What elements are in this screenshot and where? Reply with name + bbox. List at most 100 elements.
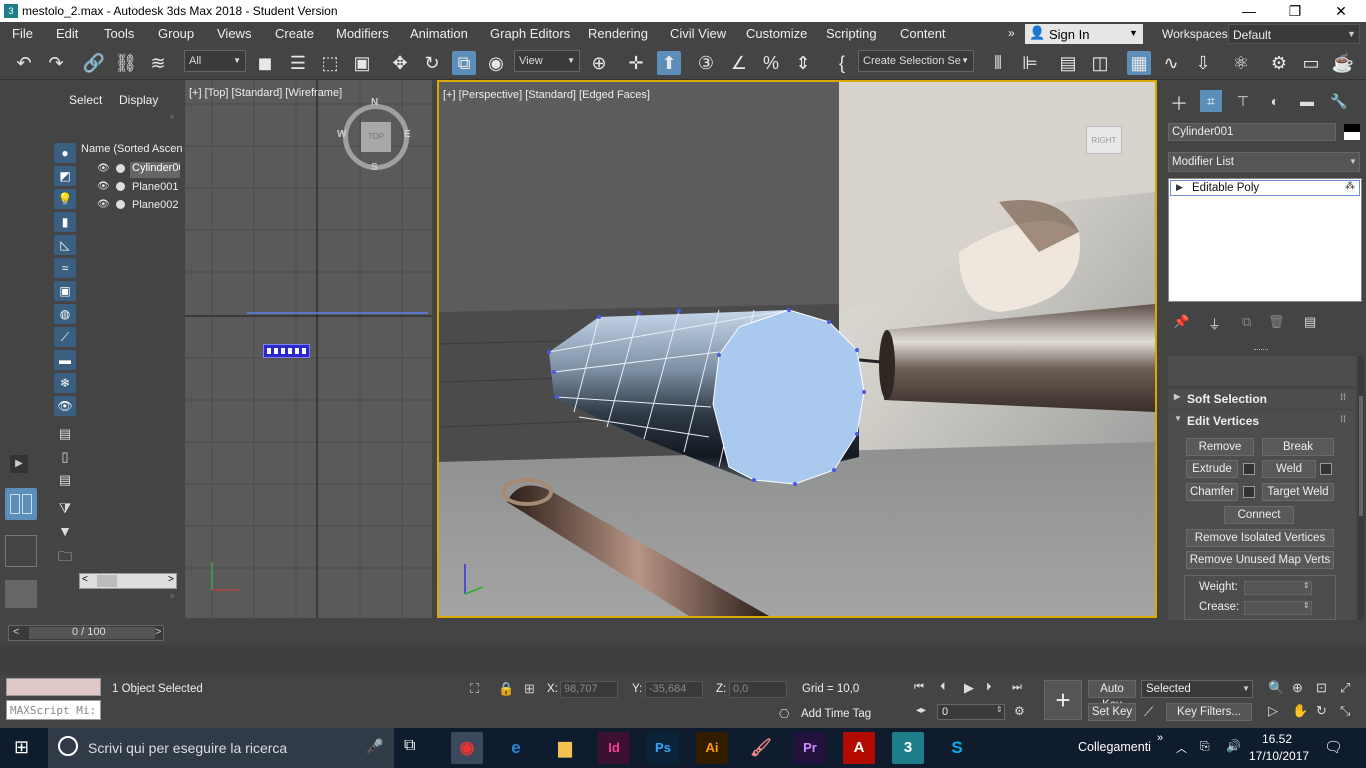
perspective-viewport-label[interactable]: [+] [Perspective] [Standard] [Edged Face… [443,89,650,101]
undo-icon[interactable]: ↶ [12,51,36,75]
3dsmax-icon[interactable]: 3 [892,732,924,764]
bind-space-warp-icon[interactable]: ≋ [146,51,170,75]
play-icon[interactable]: ▶ [964,680,974,696]
tab-display[interactable]: Display [119,93,158,107]
configure-sets-icon[interactable]: ▤ [1304,314,1316,330]
stack-item-editable-poly[interactable]: ▶ Editable Poly ⁂ [1170,180,1360,196]
angle-snap-icon[interactable]: ∠ [727,51,751,75]
schematic-view-icon[interactable]: ⇩ [1191,51,1215,75]
move-icon[interactable]: ✥ [388,51,412,75]
key-filter-dropdown[interactable]: Selected ▼ [1141,680,1253,698]
menu-views[interactable]: Views [217,26,251,41]
target-weld-button[interactable]: Target Weld [1262,483,1334,501]
time-slider[interactable]: < 0 / 100 > [8,625,164,641]
expand-arrow-icon[interactable]: ▶ [10,455,28,473]
zoom-icon[interactable]: 🔍 [1268,680,1284,696]
align-icon[interactable]: ⊫ [1018,51,1042,75]
scroll-right-icon[interactable]: > [168,574,174,585]
menu-graph-editors[interactable]: Graph Editors [490,26,570,41]
menu-content[interactable]: Content [900,26,946,41]
freeze-icon[interactable] [116,200,125,209]
set-key-button[interactable]: Set Key [1088,703,1136,721]
layout-single-icon[interactable] [5,580,37,608]
ribbon-toggle-icon[interactable]: ▦ [1127,51,1151,75]
remove-button[interactable]: Remove [1186,438,1254,456]
pin-stack-icon[interactable]: 📌 [1173,314,1189,330]
minimize-button[interactable]: — [1226,0,1272,22]
zoom-extents-all-icon[interactable]: ⤢ [1340,680,1350,696]
auto-key-button[interactable]: Auto Key [1088,680,1136,711]
extrude-settings-button[interactable] [1243,463,1255,475]
page-icon[interactable]: ▯ [57,449,73,465]
file-explorer-icon[interactable]: ▆ [549,732,581,764]
remove-unused-map-verts-button[interactable]: Remove Unused Map Verts [1186,551,1334,569]
mirror-icon[interactable]: ⫴ [986,51,1010,75]
network-toolbar-label[interactable]: Collegamenti [1078,740,1151,754]
taskbar-search[interactable]: Scrivi qui per eseguire la ricerca 🎤 [48,728,394,768]
expand-arrow-icon[interactable]: ▶ [1176,182,1183,193]
select-manipulate-icon[interactable]: ✛ [624,51,648,75]
key-mode-icon[interactable]: ◂▸ [916,705,926,716]
volume-icon[interactable]: 🔊 [1226,739,1241,753]
perspective-viewport[interactable]: [+] [Perspective] [Standard] [Edged Face… [437,80,1157,618]
menu-file[interactable]: File [12,26,33,41]
viewport-layout-icon[interactable] [5,488,37,520]
percent-snap-icon[interactable]: % [759,51,783,75]
render-setup-icon[interactable]: ⚙ [1267,51,1291,75]
scene-explorer-icon[interactable]: ▤ [1056,51,1080,75]
more-icon[interactable]: » [170,591,174,600]
list-item-plane002[interactable]: 👁 Plane002 [95,198,182,214]
maxscript-listener-pink[interactable] [6,678,101,696]
pan-icon[interactable]: ✋ [1292,703,1308,719]
edit-vertices-rollout[interactable]: ▼ Edit Vertices ⁞⁞ [1168,411,1356,431]
select-by-name-icon[interactable]: ☰ [286,51,310,75]
list-item-plane001[interactable]: 👁 Plane001 [95,180,182,196]
time-config-icon[interactable]: ⚙ [1014,704,1025,718]
orbit-icon[interactable]: ↻ [1316,703,1327,719]
photoshop-icon[interactable]: Ps [647,732,679,764]
menu-animation[interactable]: Animation [410,26,468,41]
break-button[interactable]: Break [1262,438,1334,456]
menu-edit[interactable]: Edit [56,26,78,41]
soft-selection-rollout[interactable]: ▶ Soft Selection ⁞⁞ [1168,389,1356,409]
explorer-scrollbar[interactable]: < > [79,573,177,589]
menu-create[interactable]: Create [275,26,314,41]
windows-start-icon[interactable]: ⊞ [14,737,29,758]
z-field[interactable]: 0,0 [729,681,787,698]
reference-coord-dropdown[interactable]: View ▼ [514,50,580,72]
panel-grip[interactable] [1254,349,1268,352]
add-time-tag[interactable]: Add Time Tag [801,708,871,720]
unlink-icon[interactable]: ⛓ [114,51,138,75]
edge-icon[interactable]: e [500,732,532,764]
set-key-big-button[interactable]: + [1044,680,1082,720]
cylinder-top-view[interactable] [263,344,310,358]
isolate-icon[interactable]: ⛶ [470,681,479,697]
top-viewport[interactable]: [+] [Top] [Standard] [Wireframe] TOP N S… [185,80,432,618]
absolute-mode-icon[interactable]: ⊞ [524,681,535,697]
action-center-icon[interactable]: 🗨 [1324,738,1343,756]
viewcube-top[interactable]: TOP [361,122,391,152]
utilities-tab-icon[interactable]: 🔧 [1328,90,1350,112]
text-icon[interactable]: ▤ [57,472,73,488]
menu-scripting[interactable]: Scripting [826,26,877,41]
panel-scrollbar[interactable] [1358,356,1364,620]
tray-chevron-icon[interactable]: ︿ [1176,740,1187,756]
skype-icon[interactable]: S [941,732,973,764]
named-selection-dropdown[interactable]: Create Selection Se ▼ [858,50,974,72]
weld-settings-button[interactable] [1320,463,1332,475]
workspace-dropdown[interactable]: Default ▼ [1228,24,1360,44]
object-name-field[interactable]: Cylinder001 [1168,123,1336,141]
name-column-header[interactable]: Name (Sorted Ascen [81,143,183,155]
next-frame-icon[interactable]: > [155,626,161,638]
chrome-icon[interactable]: ◉ [451,732,483,764]
goto-end-icon[interactable]: ⏭ [1012,681,1022,694]
display-particles-icon[interactable]: ❄ [54,373,76,393]
hierarchy-tab-icon[interactable]: ⊤ [1232,90,1254,112]
display-bones-icon[interactable]: ⟋ [54,327,76,347]
display-xrefs-icon[interactable]: ◍ [54,304,76,324]
premiere-icon[interactable]: Pr [794,732,826,764]
selection-filter-dropdown[interactable]: All ▼ [184,50,246,72]
network-icon[interactable]: ⎘ [1200,739,1210,754]
acrobat-icon[interactable]: A [843,732,875,764]
weight-spinner[interactable]: ⇕ [1244,581,1312,595]
